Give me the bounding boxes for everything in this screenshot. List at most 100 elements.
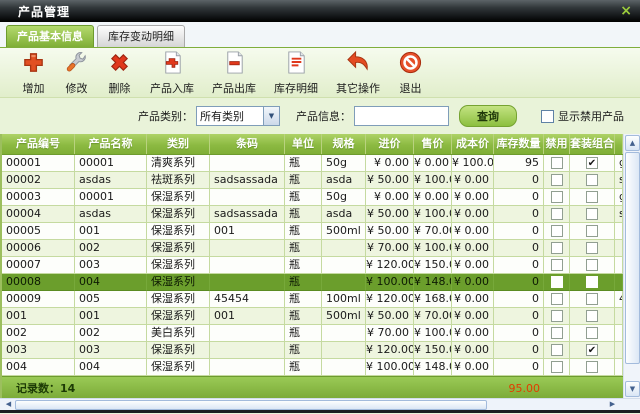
table-row[interactable]: 003003保湿系列瓶¥ 120.00¥ 150.0¥ 0.000✔ xyxy=(2,342,623,359)
combo-checkbox[interactable] xyxy=(586,191,598,203)
table-row[interactable]: 0000300001保湿系列瓶50g¥ 0.00¥ 0.00¥ 0.000g xyxy=(2,189,623,206)
table-row[interactable]: 00008004保湿系列瓶¥ 100.00¥ 148.0¥ 0.000 xyxy=(2,274,623,291)
combo-checkbox[interactable] xyxy=(586,276,598,288)
column-header-combo[interactable]: 套装组合 xyxy=(570,134,615,154)
vertical-scrollbar[interactable]: ▲ ▼ xyxy=(623,134,640,398)
column-header-name[interactable]: 产品名称 xyxy=(75,134,147,154)
column-header-category[interactable]: 类别 xyxy=(147,134,210,154)
product-inbound-button[interactable]: 产品入库 xyxy=(141,48,203,98)
table-header: 产品编号产品名称类别条码单位规格进价售价成本价库存数量禁用套装组合 xyxy=(2,134,623,155)
cell-extra: g xyxy=(615,189,623,206)
scroll-down-icon[interactable]: ▼ xyxy=(625,381,640,397)
delete-button[interactable]: 删除 xyxy=(98,48,141,98)
cell-extra xyxy=(615,240,623,257)
cell-unit: 瓶 xyxy=(285,223,322,240)
disabled-checkbox[interactable] xyxy=(551,157,563,169)
query-button[interactable]: 查询 xyxy=(459,105,517,127)
column-header-unit[interactable]: 单位 xyxy=(285,134,322,154)
scroll-right-icon[interactable]: ▶ xyxy=(606,399,619,410)
disabled-checkbox[interactable] xyxy=(551,310,563,322)
cell-spec xyxy=(322,325,366,342)
combo-checkbox[interactable] xyxy=(586,293,598,305)
column-header-spec[interactable]: 规格 xyxy=(322,134,366,154)
column-header-purchase[interactable]: 进价 xyxy=(366,134,414,154)
combo-checkbox[interactable] xyxy=(586,327,598,339)
product-outbound-button[interactable]: 产品出库 xyxy=(203,48,265,98)
table-row[interactable]: 00007003保湿系列瓶¥ 120.00¥ 150.0¥ 0.000 xyxy=(2,257,623,274)
show-disabled-toggle[interactable]: 显示禁用产品 xyxy=(541,108,624,124)
table-row[interactable]: 0000100001清爽系列瓶50g¥ 0.00¥ 0.00¥ 100.0095… xyxy=(2,155,623,172)
scroll-left-icon[interactable]: ◀ xyxy=(2,399,15,410)
disabled-checkbox[interactable] xyxy=(551,174,563,186)
table-row[interactable]: 002002美白系列瓶¥ 70.00¥ 100.0¥ 0.000 xyxy=(2,325,623,342)
disabled-checkbox[interactable] xyxy=(551,344,563,356)
column-header-disabled[interactable]: 禁用 xyxy=(544,134,570,154)
cell-code: 00009 xyxy=(2,291,75,308)
cell-sale: ¥ 0.00 xyxy=(414,189,452,206)
disabled-checkbox[interactable] xyxy=(551,293,563,305)
horizontal-scroll-thumb[interactable] xyxy=(15,400,487,410)
vertical-scroll-thumb[interactable] xyxy=(625,152,640,364)
table-row[interactable]: 00006002保湿系列瓶¥ 70.00¥ 100.0¥ 0.000 xyxy=(2,240,623,257)
disabled-checkbox[interactable] xyxy=(551,208,563,220)
cell-sale: ¥ 0.00 xyxy=(414,155,452,172)
table-row[interactable]: 00004asdas保湿系列sadsassada瓶asda¥ 50.00¥ 10… xyxy=(2,206,623,223)
table-row[interactable]: 001001保湿系列001瓶500ml¥ 50.00¥ 70.00¥ 0.000 xyxy=(2,308,623,325)
combo-checkbox[interactable] xyxy=(586,310,598,322)
table-row[interactable]: 00002asdas祛斑系列sadsassada瓶asda¥ 50.00¥ 10… xyxy=(2,172,623,189)
disabled-checkbox[interactable] xyxy=(551,242,563,254)
combo-checkbox[interactable] xyxy=(586,259,598,271)
tab-stock-movement-detail[interactable]: 库存变动明细 xyxy=(97,25,185,47)
exit-button[interactable]: 退出 xyxy=(389,48,432,98)
column-header-sale[interactable]: 售价 xyxy=(414,134,452,154)
cell-combo xyxy=(570,325,615,342)
disabled-checkbox[interactable] xyxy=(551,361,563,373)
combo-checkbox[interactable] xyxy=(586,208,598,220)
disabled-checkbox[interactable] xyxy=(551,327,563,339)
disabled-checkbox[interactable] xyxy=(551,225,563,237)
show-disabled-checkbox[interactable] xyxy=(541,110,554,123)
add-button[interactable]: 增加 xyxy=(12,48,55,98)
product-info-input[interactable] xyxy=(354,106,449,126)
combo-checkbox[interactable] xyxy=(586,242,598,254)
table-row[interactable]: 00009005保湿系列45454瓶100ml¥ 120.00¥ 168.0¥ … xyxy=(2,291,623,308)
tab-product-basic-info[interactable]: 产品基本信息 xyxy=(6,25,94,47)
combo-checkbox[interactable] xyxy=(586,174,598,186)
category-select[interactable]: 所有类别 ▼ xyxy=(196,106,280,126)
combo-checkbox[interactable]: ✔ xyxy=(586,157,598,169)
disabled-checkbox[interactable] xyxy=(551,191,563,203)
column-header-cost[interactable]: 成本价 xyxy=(452,134,494,154)
column-header-stock[interactable]: 库存数量 xyxy=(494,134,544,154)
cell-sale: ¥ 148.0 xyxy=(414,274,452,291)
column-header-extra[interactable] xyxy=(615,134,623,154)
cell-purchase: ¥ 70.00 xyxy=(366,240,414,257)
cell-purchase: ¥ 120.00 xyxy=(366,291,414,308)
cell-stock: 0 xyxy=(494,308,544,325)
cell-category: 保湿系列 xyxy=(147,223,210,240)
modify-button[interactable]: 修改 xyxy=(55,48,98,98)
cell-code: 00007 xyxy=(2,257,75,274)
other-operations-button[interactable]: 其它操作 xyxy=(327,48,389,98)
cell-code: 001 xyxy=(2,308,75,325)
combo-checkbox[interactable] xyxy=(586,361,598,373)
disabled-checkbox[interactable] xyxy=(551,276,563,288)
table-row[interactable]: 004004保湿系列瓶¥ 100.00¥ 148.0¥ 0.000 xyxy=(2,359,623,376)
stock-detail-button[interactable]: 库存明细 xyxy=(265,48,327,98)
combo-checkbox[interactable] xyxy=(586,225,598,237)
table-body: 0000100001清爽系列瓶50g¥ 0.00¥ 0.00¥ 100.0095… xyxy=(2,155,623,376)
cell-sale: ¥ 100.0 xyxy=(414,240,452,257)
column-header-barcode[interactable]: 条码 xyxy=(210,134,285,154)
column-header-code[interactable]: 产品编号 xyxy=(2,134,75,154)
cell-extra xyxy=(615,223,623,240)
combo-checkbox[interactable]: ✔ xyxy=(586,344,598,356)
cell-category: 美白系列 xyxy=(147,325,210,342)
cell-extra xyxy=(615,274,623,291)
chevron-down-icon[interactable]: ▼ xyxy=(263,107,279,125)
cell-extra xyxy=(615,257,623,274)
horizontal-scrollbar[interactable]: ◀ ▶ xyxy=(0,398,640,410)
disabled-checkbox[interactable] xyxy=(551,259,563,271)
cell-stock: 0 xyxy=(494,240,544,257)
close-icon[interactable]: × xyxy=(620,4,632,18)
table-row[interactable]: 00005001保湿系列001瓶500ml¥ 50.00¥ 70.00¥ 0.0… xyxy=(2,223,623,240)
scroll-up-icon[interactable]: ▲ xyxy=(625,135,640,151)
